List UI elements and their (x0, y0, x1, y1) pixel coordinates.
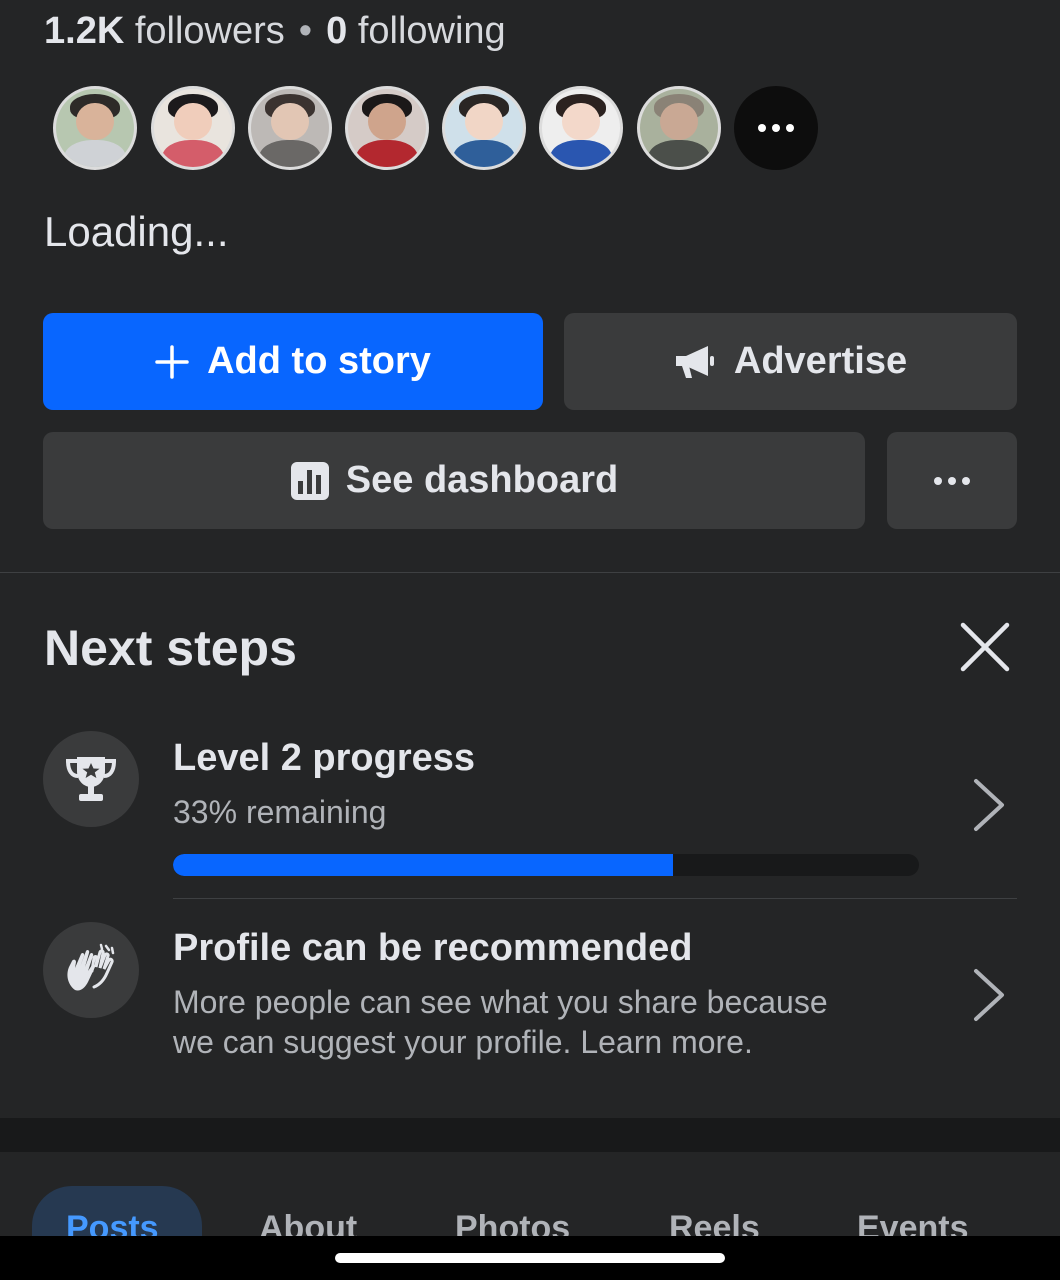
next-steps-title: Next steps (44, 620, 297, 676)
avatar[interactable] (539, 86, 623, 170)
tab-posts[interactable]: Posts (66, 1208, 159, 1238)
home-indicator[interactable] (335, 1253, 725, 1263)
trophy-icon-container (43, 731, 139, 827)
more-followers-button[interactable] (734, 86, 818, 170)
see-dashboard-button[interactable]: See dashboard (43, 432, 865, 529)
close-icon[interactable] (958, 620, 1012, 674)
followers-count[interactable]: 1.2K (44, 10, 124, 52)
hands-icon-container (43, 922, 139, 1018)
avatar[interactable] (442, 86, 526, 170)
section-divider (0, 572, 1060, 573)
step-divider (173, 898, 1017, 899)
follow-stats: 1.2K followers • 0 following (44, 8, 506, 54)
add-to-story-label: Add to story (207, 340, 431, 382)
loading-text: Loading... (44, 208, 229, 255)
profile-recommended-title[interactable]: Profile can be recommended (173, 925, 693, 971)
level-progress-bar (173, 854, 919, 876)
avatar[interactable] (151, 86, 235, 170)
more-dots-icon (758, 124, 766, 132)
advertise-label: Advertise (733, 340, 908, 382)
following-count[interactable]: 0 (326, 10, 347, 52)
tab-photos[interactable]: Photos (455, 1208, 570, 1238)
see-dashboard-label: See dashboard (345, 459, 619, 501)
avatar[interactable] (53, 86, 137, 170)
tab-reels[interactable]: Reels (669, 1208, 760, 1238)
avatar[interactable] (248, 86, 332, 170)
section-separator-band (0, 1118, 1060, 1152)
following-label[interactable]: following (358, 10, 506, 52)
advertise-button[interactable]: Advertise (564, 313, 1017, 410)
waving-hands-icon (67, 943, 115, 991)
avatar[interactable] (345, 86, 429, 170)
level-progress-fill (173, 854, 673, 876)
chevron-right-icon[interactable] (970, 775, 1010, 835)
stats-separator: • (298, 10, 313, 52)
profile-recommended-description-line1: More people can see what you share becau… (173, 984, 828, 1020)
trophy-icon (65, 757, 117, 801)
profile-tabs: Posts About Photos Reels Events (0, 1152, 1060, 1238)
level-progress-subtitle: 33% remaining (173, 794, 387, 830)
tab-events[interactable]: Events (857, 1208, 969, 1238)
bar-chart-icon (290, 461, 330, 501)
profile-recommended-description-line2[interactable]: we can suggest your profile. Learn more. (173, 1022, 753, 1062)
tab-about[interactable]: About (259, 1208, 357, 1238)
plus-icon (155, 344, 189, 379)
profile-page: 1.2K followers • 0 following Loading... … (0, 0, 1060, 1280)
level-progress-title[interactable]: Level 2 progress (173, 735, 475, 781)
add-to-story-button[interactable]: Add to story (43, 313, 543, 410)
chevron-right-icon[interactable] (970, 965, 1010, 1025)
more-options-button[interactable] (887, 432, 1017, 529)
megaphone-icon (674, 344, 716, 380)
more-dots-icon (934, 476, 942, 485)
avatar[interactable] (637, 86, 721, 170)
followers-label[interactable]: followers (135, 10, 285, 52)
